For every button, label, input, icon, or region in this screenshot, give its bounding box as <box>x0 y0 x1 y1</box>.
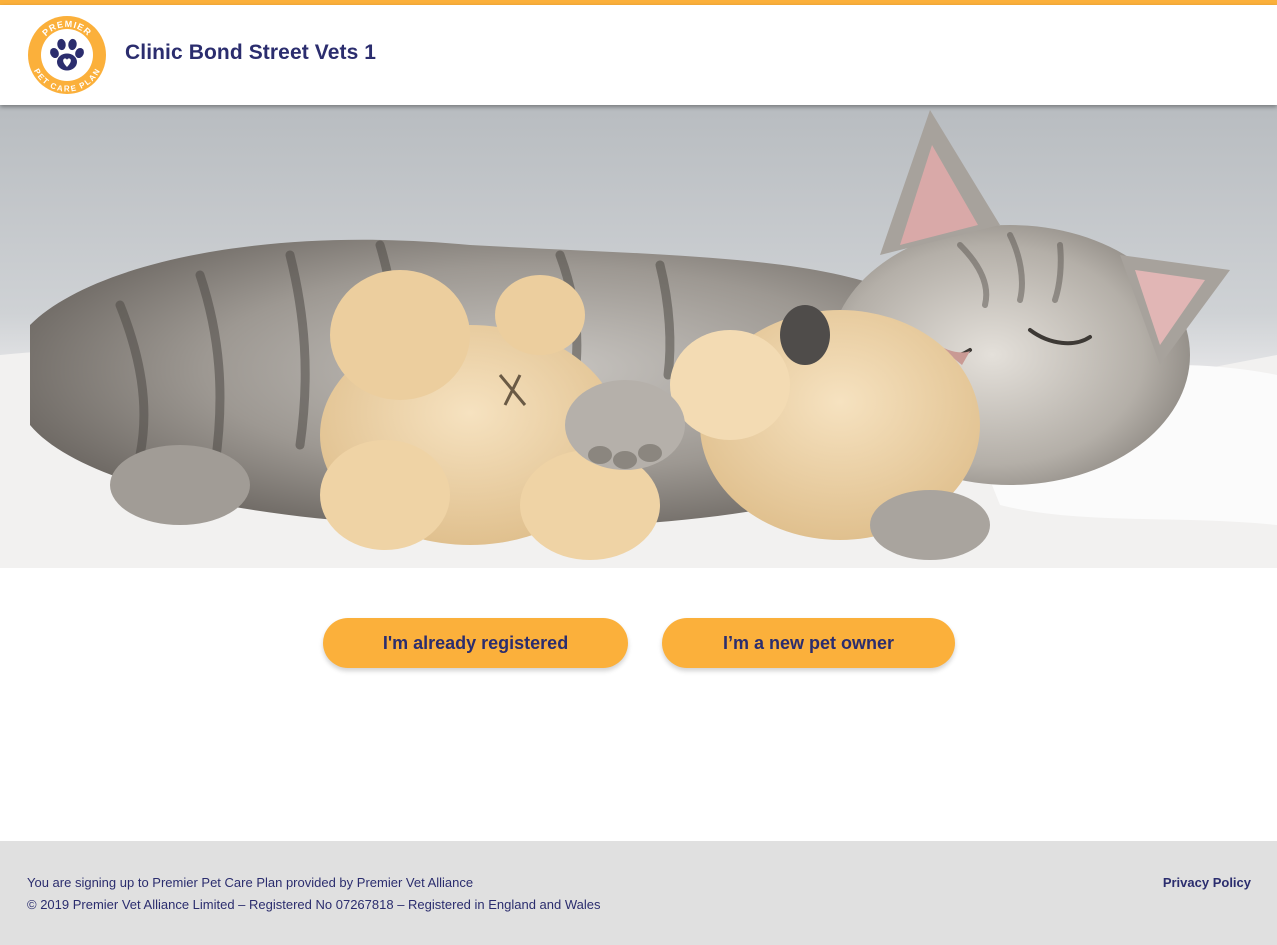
already-registered-button[interactable]: I'm already registered <box>323 618 628 668</box>
hero-image <box>0 105 1277 568</box>
footer-copyright-text: © 2019 Premier Vet Alliance Limited – Re… <box>27 897 601 912</box>
privacy-policy-link[interactable]: Privacy Policy <box>1163 875 1251 890</box>
kitten-teddy-illustration <box>0 105 1277 568</box>
site-header: PREMIER PET CARE PLAN Clinic Bond Street… <box>0 5 1277 105</box>
clinic-title: Clinic Bond Street Vets 1 <box>125 41 377 64</box>
brand-logo[interactable]: PREMIER PET CARE PLAN <box>27 15 107 95</box>
site-footer: You are signing up to Premier Pet Care P… <box>0 841 1277 945</box>
paw-icon: PREMIER PET CARE PLAN <box>28 16 106 94</box>
footer-provider-text: You are signing up to Premier Pet Care P… <box>27 875 474 890</box>
new-pet-owner-button[interactable]: I’m a new pet owner <box>662 618 955 668</box>
